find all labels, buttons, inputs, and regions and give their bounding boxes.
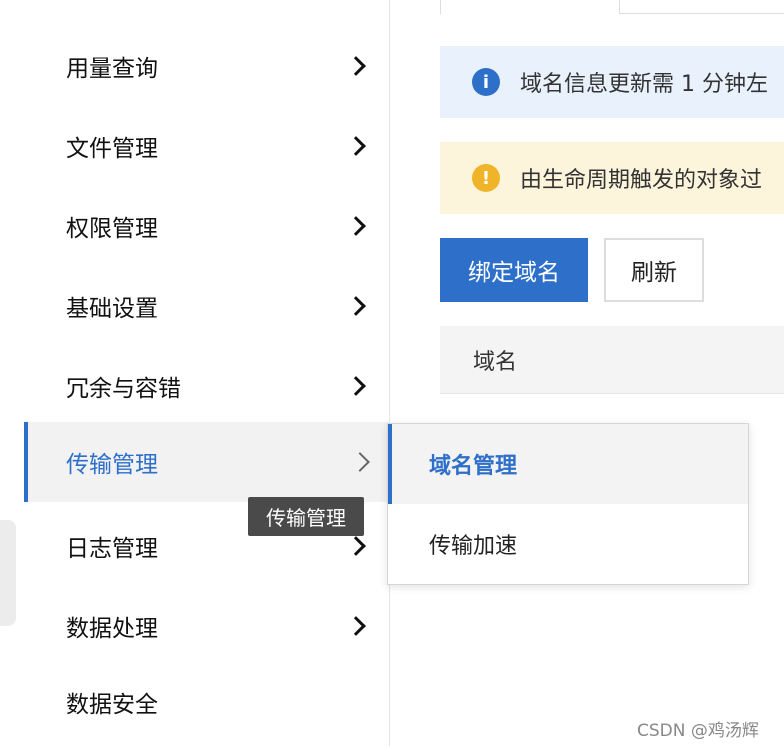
submenu-item-label: 域名管理 (429, 454, 518, 479)
collapse-handle[interactable] (0, 520, 16, 626)
info-alert-text: 域名信息更新需 1 分钟左 (520, 72, 768, 97)
chevron-right-icon (346, 216, 366, 236)
sidebar-item-label: 日志管理 (66, 536, 158, 562)
sidebar-item-data-processing[interactable]: 数据处理 (24, 586, 390, 666)
chevron-right-icon (350, 452, 370, 472)
chevron-right-icon (346, 136, 366, 156)
sidebar-item-label: 传输管理 (66, 452, 158, 478)
column-header-domain: 域名 (473, 349, 518, 375)
sidebar-item-label: 数据处理 (66, 616, 158, 642)
tab-bar (440, 0, 784, 14)
sidebar-item-permissions[interactable]: 权限管理 (24, 186, 390, 266)
sidebar: 用量查询 文件管理 权限管理 基础设置 冗余与容错 传输管理 日志管理 数据处理… (0, 0, 390, 746)
sidebar-item-usage[interactable]: 用量查询 (24, 26, 390, 106)
chevron-right-icon (346, 536, 366, 556)
tooltip: 传输管理 (248, 497, 364, 536)
tooltip-text: 传输管理 (266, 506, 346, 530)
transfer-submenu: 域名管理 传输加速 (387, 423, 749, 585)
sidebar-item-redundancy[interactable]: 冗余与容错 (24, 346, 390, 426)
submenu-item-domain-management[interactable]: 域名管理 (388, 424, 748, 504)
chevron-right-icon (346, 616, 366, 636)
warning-alert-text: 由生命周期触发的对象过 (520, 168, 763, 193)
sidebar-item-label: 数据安全 (66, 692, 158, 718)
chevron-right-icon (346, 376, 366, 396)
sidebar-item-basic-settings[interactable]: 基础设置 (24, 266, 390, 346)
bind-domain-button[interactable]: 绑定域名 (440, 238, 588, 302)
sidebar-item-label: 冗余与容错 (66, 376, 181, 402)
watermark: CSDN @鸡汤辉 (637, 721, 759, 741)
chevron-right-icon (346, 296, 366, 316)
submenu-item-label: 传输加速 (429, 534, 518, 559)
warning-icon: ! (472, 164, 500, 192)
sidebar-item-label: 用量查询 (66, 56, 158, 82)
info-icon: i (472, 68, 500, 96)
refresh-button[interactable]: 刷新 (604, 238, 704, 302)
warning-alert: ! 由生命周期触发的对象过 (440, 142, 784, 214)
sidebar-item-label: 权限管理 (66, 216, 158, 242)
sidebar-item-label: 文件管理 (66, 136, 158, 162)
sidebar-item-data-security[interactable]: 数据安全 (24, 662, 390, 742)
tab[interactable] (619, 0, 784, 14)
submenu-item-transfer-acceleration[interactable]: 传输加速 (388, 504, 748, 584)
sidebar-item-transfer[interactable]: 传输管理 (24, 422, 390, 502)
sidebar-item-label: 基础设置 (66, 296, 158, 322)
table-header: 域名 (440, 326, 784, 394)
console-page: 用量查询 文件管理 权限管理 基础设置 冗余与容错 传输管理 日志管理 数据处理… (0, 0, 784, 746)
chevron-right-icon (346, 56, 366, 76)
info-alert: i 域名信息更新需 1 分钟左 (440, 46, 784, 118)
sidebar-item-files[interactable]: 文件管理 (24, 106, 390, 186)
